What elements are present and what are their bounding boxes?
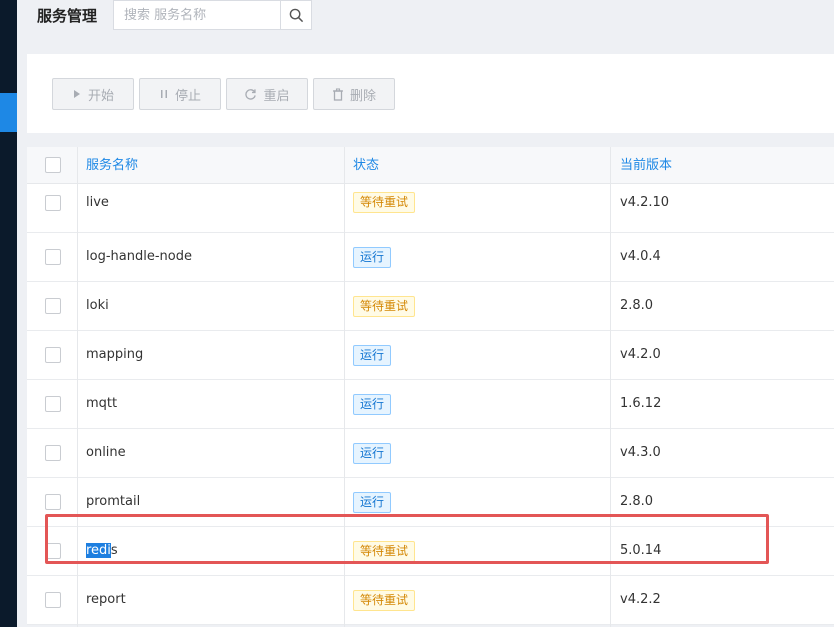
- search-input[interactable]: [114, 1, 280, 29]
- unselected-text: s: [110, 543, 118, 558]
- status-badge: 运行: [353, 492, 392, 513]
- sidebar-active-item[interactable]: [0, 93, 17, 132]
- column-divider: [77, 147, 78, 627]
- row-checkbox[interactable]: [45, 396, 61, 412]
- delete-button[interactable]: 删除: [313, 78, 395, 110]
- row-checkbox[interactable]: [45, 347, 61, 363]
- row-checkbox[interactable]: [45, 592, 61, 608]
- service-name: report: [86, 592, 126, 607]
- row-checkbox[interactable]: [45, 298, 61, 314]
- service-name: log-handle-node: [86, 249, 192, 264]
- delete-label: 删除: [349, 88, 376, 104]
- select-all-checkbox[interactable]: [45, 157, 61, 173]
- service-name: mqtt: [86, 396, 118, 411]
- table-row[interactable]: mqtt 运行 1.6.12: [27, 380, 834, 429]
- table-row[interactable]: loki 等待重试 2.8.0: [27, 282, 834, 331]
- play-icon: [73, 90, 80, 98]
- version: v4.2.2: [620, 592, 661, 607]
- row-checkbox[interactable]: [45, 249, 61, 265]
- version: 2.8.0: [620, 298, 654, 313]
- service-name: loki: [86, 298, 109, 313]
- version: v4.0.4: [620, 249, 661, 264]
- start-label: 开始: [87, 88, 114, 104]
- status-badge: 等待重试: [353, 541, 416, 562]
- version: 2.8.0: [620, 494, 654, 509]
- status-badge: 等待重试: [353, 590, 416, 611]
- service-name: live: [86, 195, 109, 210]
- status-badge: 运行: [353, 394, 392, 415]
- page-title: 服务管理: [37, 7, 98, 25]
- table-header: 服务名称 状态 当前版本: [27, 147, 834, 184]
- trash-icon: [332, 87, 343, 101]
- row-checkbox[interactable]: [45, 195, 61, 211]
- toolbar: 开始 停止 重启 删除: [27, 54, 834, 133]
- service-name: online: [86, 445, 126, 460]
- row-checkbox[interactable]: [45, 445, 61, 461]
- status-badge: 运行: [353, 345, 392, 366]
- version: 1.6.12: [620, 396, 662, 411]
- table-row[interactable]: redis 等待重试 5.0.14: [27, 527, 834, 576]
- header-status[interactable]: 状态: [353, 147, 379, 184]
- status-badge: 等待重试: [353, 296, 416, 317]
- service-name: mapping: [86, 347, 144, 362]
- stop-button[interactable]: 停止: [139, 78, 221, 110]
- table-row[interactable]: promtail 运行 2.8.0: [27, 478, 834, 527]
- search-box: [113, 0, 312, 30]
- table-row[interactable]: log-handle-node 运行 v4.0.4: [27, 233, 834, 282]
- restart-icon: [245, 88, 257, 100]
- row-checkbox[interactable]: [45, 494, 61, 510]
- table-row[interactable]: online 运行 v4.3.0: [27, 429, 834, 478]
- status-badge: 运行: [353, 443, 392, 464]
- stop-label: 停止: [174, 88, 201, 104]
- status-badge: 等待重试: [353, 192, 416, 213]
- service-name: redis: [86, 543, 118, 558]
- service-name: promtail: [86, 494, 141, 509]
- version: 5.0.14: [620, 543, 662, 558]
- table-row[interactable]: report 等待重试 v4.2.2: [27, 576, 834, 625]
- header-version[interactable]: 当前版本: [620, 147, 672, 184]
- services-table: 服务名称 状态 当前版本 live 等待重试 v4.2.10 log-handl…: [27, 147, 834, 625]
- pause-icon: [160, 90, 167, 98]
- start-button[interactable]: 开始: [52, 78, 134, 110]
- search-icon: [289, 8, 303, 22]
- restart-button[interactable]: 重启: [226, 78, 308, 110]
- version: v4.3.0: [620, 445, 661, 460]
- search-button[interactable]: [280, 1, 311, 29]
- column-divider: [610, 147, 611, 627]
- table-row[interactable]: mapping 运行 v4.2.0: [27, 331, 834, 380]
- status-badge: 运行: [353, 247, 392, 268]
- table-row[interactable]: live 等待重试 v4.2.10: [27, 184, 834, 233]
- version: v4.2.10: [620, 195, 670, 210]
- header-service-name[interactable]: 服务名称: [86, 147, 138, 184]
- version: v4.2.0: [620, 347, 661, 362]
- restart-label: 重启: [263, 88, 290, 104]
- row-checkbox[interactable]: [45, 543, 61, 559]
- selected-text: redi: [86, 543, 111, 558]
- column-divider: [344, 147, 345, 627]
